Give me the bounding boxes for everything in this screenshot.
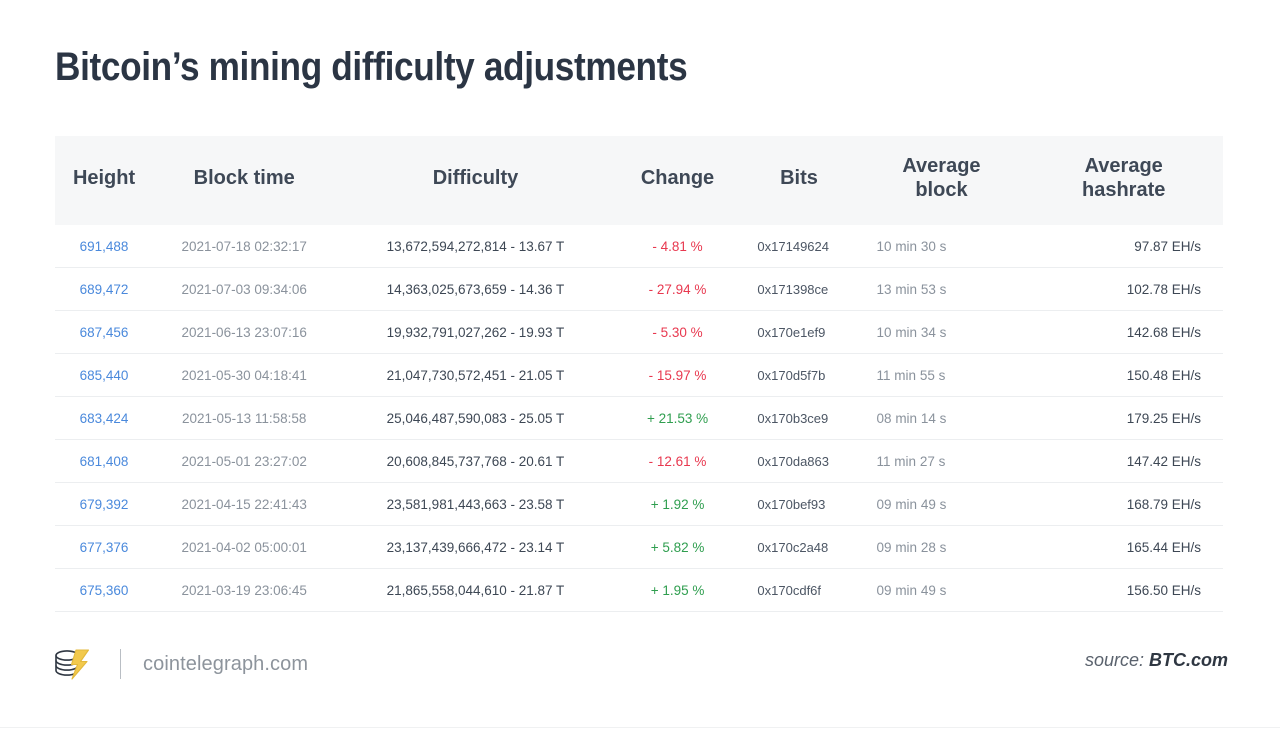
bits-value: 0x170cdf6f: [757, 582, 822, 598]
average-block-value: 11 min 27 s: [876, 453, 946, 469]
change-value: + 21.53 %: [646, 410, 709, 426]
source-attribution: source: BTC.com: [1085, 650, 1228, 671]
block-time: 2021-07-18 02:32:17: [181, 238, 307, 254]
brand-block[interactable]: cointelegraph.com: [50, 636, 308, 692]
block-height-link[interactable]: 689,472: [55, 268, 153, 311]
block-height-link[interactable]: 679,392: [55, 483, 153, 526]
bits-value: 0x170b3ce9: [757, 410, 829, 426]
column-header-block-time[interactable]: Block time: [153, 136, 335, 225]
block-height-link[interactable]: 685,440: [55, 354, 153, 397]
footer: cointelegraph.com source: BTC.com: [0, 636, 1280, 696]
change-value: - 5.30 %: [652, 324, 703, 340]
bits-value: 0x170c2a48: [757, 539, 829, 555]
difficulty-value: 20,608,845,737,768 - 20.61 T: [386, 453, 565, 469]
brand-name: cointelegraph.com: [143, 652, 309, 675]
change-value: - 27.94 %: [648, 281, 707, 297]
difficulty-value: 21,865,558,044,610 - 21.87 T: [386, 582, 565, 598]
average-hashrate-value: 147.42 EH/s: [1126, 453, 1201, 469]
block-time: 2021-05-01 23:27:02: [181, 453, 307, 469]
table-row: 681,408 2021-05-01 23:27:02 20,608,845,737…: [55, 440, 1223, 483]
bits-value: 0x170da863: [757, 453, 829, 469]
block-height-link[interactable]: 675,360: [55, 569, 153, 612]
change-value: - 15.97 %: [648, 367, 707, 383]
difficulty-table-card: Height Block time Difficulty Change Bits…: [55, 136, 1223, 612]
table-row: 679,392 2021-04-15 22:41:43 23,581,981,443…: [55, 483, 1223, 526]
table-row: 687,456 2021-06-13 23:07:16 19,932,791,027…: [55, 311, 1223, 354]
change-value: + 5.82 %: [650, 539, 705, 555]
change-value: - 12.61 %: [648, 453, 707, 469]
difficulty-value: 23,137,439,666,472 - 23.14 T: [386, 539, 565, 555]
block-time: 2021-06-13 23:07:16: [181, 324, 307, 340]
column-header-height[interactable]: Height: [55, 136, 153, 225]
average-hashrate-value: 168.79 EH/s: [1126, 496, 1201, 512]
average-block-value: 11 min 55 s: [876, 367, 946, 383]
table-header-row: Height Block time Difficulty Change Bits…: [55, 136, 1223, 225]
block-time: 2021-05-13 11:58:58: [182, 410, 307, 426]
change-value: + 1.95 %: [650, 582, 705, 598]
column-header-difficulty[interactable]: Difficulty: [335, 136, 615, 225]
table-row: 691,488 2021-07-18 02:32:17 13,672,594,272…: [55, 225, 1223, 268]
average-hashrate-value: 179.25 EH/s: [1126, 410, 1201, 426]
average-hashrate-value: 142.68 EH/s: [1126, 324, 1201, 340]
average-hashrate-value: 150.48 EH/s: [1126, 367, 1201, 383]
column-header-average-hashrate[interactable]: Average hashrate: [1024, 136, 1223, 225]
source-value: BTC.com: [1148, 650, 1228, 670]
brand-divider: [120, 649, 121, 679]
block-time: 2021-07-03 09:34:06: [181, 281, 307, 297]
table-row: 677,376 2021-04-02 05:00:01 23,137,439,666…: [55, 526, 1223, 569]
bits-value: 0x170e1ef9: [757, 324, 826, 340]
block-time: 2021-04-02 05:00:01: [181, 539, 307, 555]
average-block-value: 08 min 14 s: [876, 410, 947, 426]
block-time: 2021-05-30 04:18:41: [181, 367, 307, 383]
average-block-value: 10 min 30 s: [876, 238, 947, 254]
difficulty-table: Height Block time Difficulty Change Bits…: [55, 136, 1223, 612]
average-hashrate-value: 156.50 EH/s: [1126, 582, 1201, 598]
column-header-average-block-line1: Average: [902, 155, 981, 177]
average-hashrate-value: 97.87 EH/s: [1134, 238, 1201, 254]
block-time: 2021-04-15 22:41:43: [181, 496, 307, 512]
table-row: 689,472 2021-07-03 09:34:06 14,363,025,673…: [55, 268, 1223, 311]
block-height-link[interactable]: 681,408: [55, 440, 153, 483]
table-header: Height Block time Difficulty Change Bits…: [55, 136, 1223, 225]
page-title: Bitcoin’s mining difficulty adjustments: [55, 45, 688, 89]
table-row: 685,440 2021-05-30 04:18:41 21,047,730,572…: [55, 354, 1223, 397]
average-block-value: 10 min 34 s: [876, 324, 947, 340]
difficulty-value: 13,672,594,272,814 - 13.67 T: [386, 238, 565, 254]
difficulty-value: 14,363,025,673,659 - 14.36 T: [386, 281, 565, 297]
page-bottom-rule: [0, 727, 1280, 728]
column-header-change[interactable]: Change: [616, 136, 740, 225]
average-hashrate-value: 165.44 EH/s: [1126, 539, 1201, 555]
bits-value: 0x171398ce: [757, 281, 829, 297]
bits-value: 0x170bef93: [757, 496, 826, 512]
block-height-link[interactable]: 677,376: [55, 526, 153, 569]
change-value: + 1.92 %: [650, 496, 705, 512]
column-header-average-hashrate-line2: hashrate: [1082, 179, 1166, 202]
average-block-value: 13 min 53 s: [876, 281, 947, 297]
coin-stack-lightning-icon: [55, 649, 90, 680]
average-block-value: 09 min 28 s: [876, 539, 947, 555]
average-block-value: 09 min 49 s: [876, 496, 947, 512]
difficulty-value: 21,047,730,572,451 - 21.05 T: [386, 367, 565, 383]
difficulty-value: 23,581,981,443,663 - 23.58 T: [386, 496, 565, 512]
table-row: 675,360 2021-03-19 23:06:45 21,865,558,044…: [55, 569, 1223, 612]
column-header-average-block[interactable]: Average block: [859, 136, 1025, 225]
difficulty-value: 25,046,487,590,083 - 25.05 T: [386, 410, 565, 426]
difficulty-value: 19,932,791,027,262 - 19.93 T: [386, 324, 565, 340]
bits-value: 0x170d5f7b: [757, 367, 826, 383]
change-value: - 4.81 %: [652, 238, 703, 254]
block-height-link[interactable]: 691,488: [55, 225, 153, 268]
average-hashrate-value: 102.78 EH/s: [1126, 281, 1201, 297]
table-row: 683,424 2021-05-13 11:58:58 25,046,487,590…: [55, 397, 1223, 440]
source-label: source:: [1084, 650, 1144, 670]
table-body: 691,488 2021-07-18 02:32:17 13,672,594,272…: [55, 225, 1223, 612]
average-block-value: 09 min 49 s: [876, 582, 947, 598]
block-height-link[interactable]: 687,456: [55, 311, 153, 354]
block-time: 2021-03-19 23:06:45: [181, 582, 307, 598]
bits-value: 0x17149624: [757, 238, 829, 254]
infographic-page: Bitcoin’s mining difficulty adjustments …: [0, 0, 1280, 739]
column-header-average-hashrate-line1: Average: [1084, 155, 1163, 177]
column-header-bits[interactable]: Bits: [739, 136, 858, 225]
column-header-average-block-line2: block: [915, 179, 968, 202]
block-height-link[interactable]: 683,424: [55, 397, 153, 440]
